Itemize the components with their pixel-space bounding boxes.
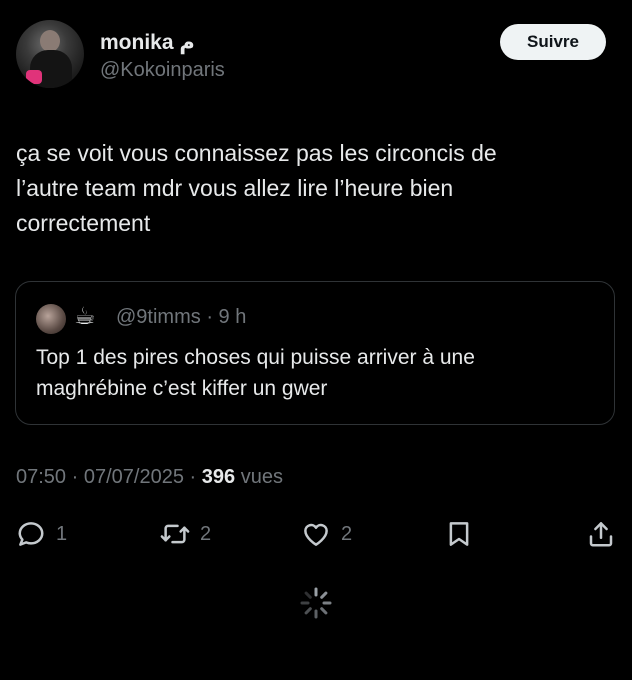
- reply-button[interactable]: 1: [16, 510, 67, 558]
- tweet-meta: 07:50 · 07/07/2025 · 396 vues: [16, 466, 283, 489]
- avatar-head-shape: [40, 30, 60, 52]
- quoted-author-line: @9timms · 9 h: [116, 306, 246, 329]
- quoted-author-emoji: ☕: [74, 303, 96, 330]
- tweet-time: 07:50: [16, 466, 67, 488]
- tweet-text: ça se voit vous connaissez pas les circo…: [16, 140, 497, 236]
- loading-spinner-icon: [300, 587, 332, 619]
- retweet-button[interactable]: 2: [160, 510, 211, 558]
- retweet-icon: [160, 524, 190, 544]
- bookmark-icon: [449, 522, 469, 546]
- tweet-actions-bar: 1 2 2: [0, 510, 632, 558]
- meta-separator-1: ·: [71, 466, 79, 488]
- share-button[interactable]: [586, 510, 616, 558]
- quoted-tweet-text: Top 1 des pires choses qui puisse arrive…: [36, 346, 475, 400]
- retweet-count: 2: [200, 522, 212, 545]
- like-count: 2: [341, 522, 353, 545]
- like-button[interactable]: 2: [301, 510, 352, 558]
- bookmark-button[interactable]: [444, 510, 474, 558]
- author-avatar[interactable]: [16, 20, 84, 88]
- quoted-timestamp: 9 h: [218, 306, 247, 328]
- avatar-pink-accent: [26, 70, 42, 84]
- views-count: 396: [201, 466, 236, 488]
- meta-separator-2: ·: [189, 466, 197, 488]
- reply-icon: [18, 522, 44, 546]
- tweet-date: 07/07/2025: [83, 466, 184, 488]
- quoted-author-handle[interactable]: @9timms: [116, 306, 201, 328]
- views-label: vues: [240, 466, 283, 488]
- like-icon: [304, 523, 328, 546]
- quoted-author-avatar[interactable]: [36, 304, 66, 334]
- quoted-separator: ·: [206, 306, 213, 328]
- follow-button[interactable]: Suivre: [500, 24, 606, 60]
- share-icon: [589, 522, 613, 547]
- author-handle[interactable]: @Kokoinparis: [100, 59, 225, 82]
- reply-count: 1: [56, 522, 68, 545]
- quoted-tweet-card[interactable]: ☕ @9timms · 9 h Top 1 des pires choses q…: [15, 281, 615, 425]
- author-name[interactable]: monika م: [100, 30, 195, 55]
